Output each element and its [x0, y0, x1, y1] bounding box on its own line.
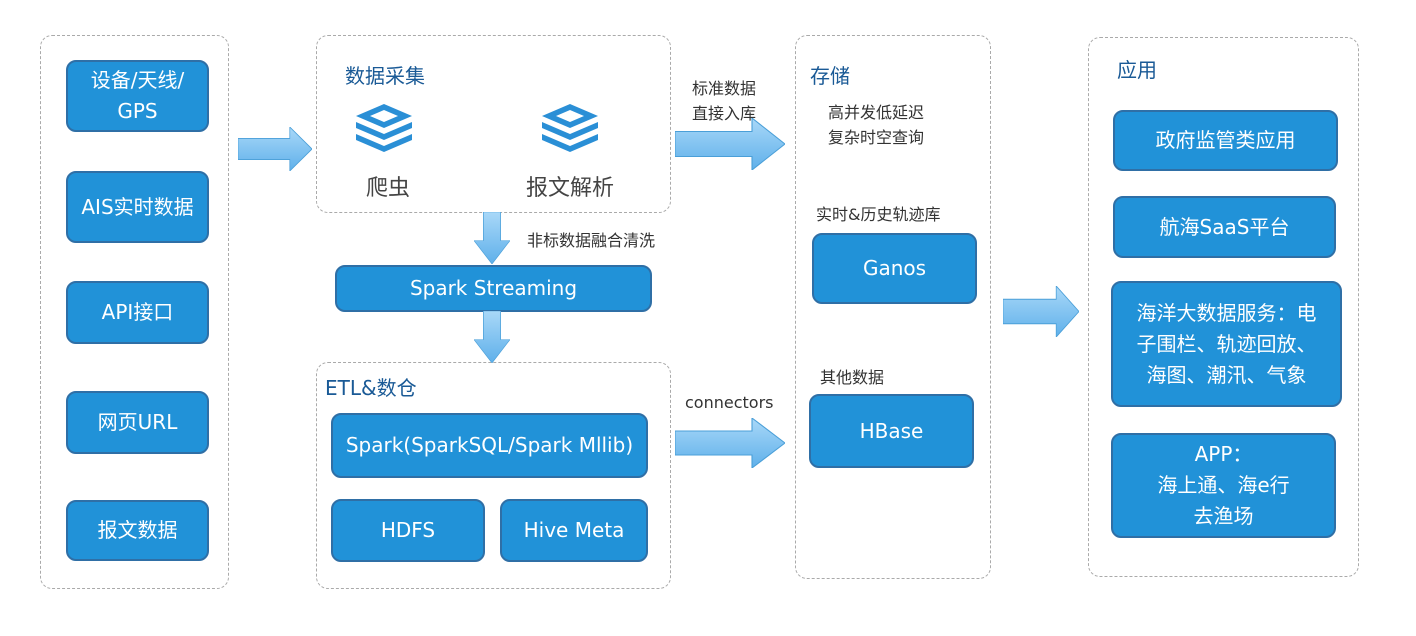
source-message: 报文数据	[66, 500, 209, 561]
etl-title: ETL&数仓	[325, 376, 417, 400]
spark-streaming-box: Spark Streaming	[335, 265, 652, 312]
arrow-right-icon	[675, 118, 785, 170]
storage-title: 存储	[810, 64, 850, 88]
app-gov: 政府监管类应用	[1113, 110, 1338, 171]
track-label: 实时&历史轨迹库	[816, 205, 941, 224]
source-web-url: 网页URL	[66, 391, 209, 454]
arrow-right-icon	[675, 418, 785, 468]
hbase-box: HBase	[809, 394, 974, 468]
stack-icon	[354, 104, 414, 154]
source-device-gps: 设备/天线/ GPS	[66, 60, 209, 132]
arrow-down-icon	[474, 311, 510, 363]
app-saas: 航海SaaS平台	[1113, 196, 1336, 258]
clean-label: 非标数据融合清洗	[527, 231, 656, 250]
spark-box: Spark(SparkSQL/Spark Mllib)	[331, 413, 648, 478]
arrow-down-icon	[474, 212, 510, 264]
arrow-right-icon	[1003, 286, 1079, 337]
hive-meta-box: Hive Meta	[500, 499, 648, 562]
arrow-right-icon	[238, 127, 312, 171]
parser-label: 报文解析	[526, 176, 615, 201]
crawler-label: 爬虫	[366, 176, 411, 201]
source-api: API接口	[66, 281, 209, 344]
hdfs-box: HDFS	[331, 499, 485, 562]
source-ais: AIS实时数据	[66, 171, 209, 243]
ganos-box: Ganos	[812, 233, 977, 304]
other-label: 其他数据	[820, 368, 885, 387]
collect-title: 数据采集	[345, 64, 425, 88]
apps-title: 应用	[1117, 58, 1157, 82]
app-mobile: APP： 海上通、海e行 去渔场	[1111, 433, 1336, 538]
stack-icon	[534, 104, 606, 154]
connectors-label: connectors	[685, 393, 774, 412]
storage-desc: 高并发低延迟 复杂时空查询	[828, 103, 925, 147]
app-ocean-data: 海洋大数据服务：电 子围栏、轨迹回放、 海图、潮汛、气象	[1111, 281, 1342, 407]
